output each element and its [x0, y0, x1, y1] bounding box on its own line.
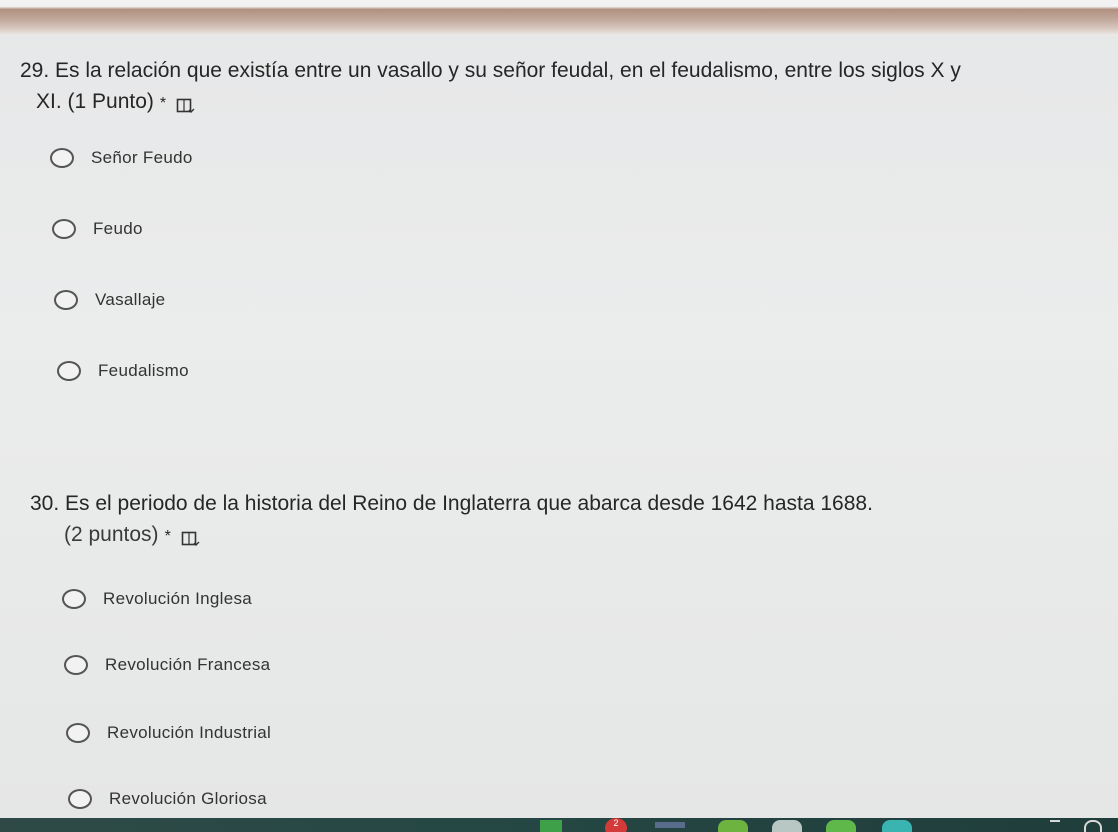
question-30-title-line2: (2 puntos) — [64, 523, 159, 546]
refresh-icon[interactable] — [1084, 820, 1102, 832]
edge-like-icon[interactable] — [826, 820, 856, 832]
required-mark: * — [159, 95, 167, 112]
option-label: Revolución Gloriosa — [109, 789, 267, 808]
radio-button[interactable] — [62, 589, 86, 609]
immersive-reader-icon[interactable] — [181, 526, 201, 547]
notification-badge-icon[interactable]: 2 — [605, 818, 627, 832]
option-feudalismo[interactable]: Feudalismo — [57, 361, 189, 381]
radio-button[interactable] — [64, 655, 88, 675]
question-30: 30. Es el periodo de la historia del Rei… — [30, 488, 1118, 552]
question-30-title-line1: 30. Es el periodo de la historia del Rei… — [30, 492, 873, 515]
radio-button[interactable] — [52, 219, 76, 239]
radio-button[interactable] — [57, 361, 81, 381]
option-label: Feudalismo — [98, 361, 189, 380]
question-29: 29. Es la relación que existía entre un … — [20, 55, 1118, 119]
option-senor-feudo[interactable]: Señor Feudo — [50, 148, 193, 168]
radio-button[interactable] — [50, 148, 74, 168]
option-vasallaje[interactable]: Vasallaje — [54, 290, 165, 310]
option-label: Revolución Inglesa — [103, 589, 253, 608]
form-page: 29. Es la relación que existía entre un … — [0, 0, 1118, 832]
green-arc-icon[interactable] — [718, 820, 748, 832]
radio-button[interactable] — [66, 723, 90, 743]
option-label: Señor Feudo — [91, 148, 193, 167]
required-mark: * — [164, 528, 171, 545]
option-revolucion-inglesa[interactable]: Revolución Inglesa — [62, 589, 252, 609]
question-29-title: 29. Es la relación que existía entre un … — [20, 55, 1118, 119]
badge-count: 2 — [613, 818, 619, 828]
option-label: Vasallaje — [95, 290, 166, 309]
option-feudo[interactable]: Feudo — [52, 219, 143, 239]
teal-arc-icon[interactable] — [882, 820, 912, 832]
taskbar: 2 — [0, 818, 1118, 832]
option-revolucion-gloriosa[interactable]: Revolución Gloriosa — [68, 789, 267, 809]
app-icon[interactable] — [655, 822, 685, 828]
question-29-title-line1: 29. Es la relación que existía entre un … — [20, 59, 961, 82]
calculator-icon[interactable] — [540, 820, 562, 832]
option-revolucion-industrial[interactable]: Revolución Industrial — [66, 723, 271, 743]
radio-button[interactable] — [68, 789, 92, 809]
option-revolucion-francesa[interactable]: Revolución Francesa — [64, 655, 270, 675]
option-label: Revolución Industrial — [107, 723, 272, 742]
radio-button[interactable] — [54, 290, 78, 310]
browser-top-edge — [0, 0, 1118, 36]
chrome-like-icon[interactable] — [772, 820, 802, 832]
question-29-title-line2: XI. (1 Punto) — [36, 90, 154, 113]
option-label: Feudo — [93, 219, 143, 238]
question-30-title: 30. Es el periodo de la historia del Rei… — [30, 488, 1118, 552]
chevron-up-icon[interactable] — [1050, 820, 1060, 832]
immersive-reader-icon[interactable] — [176, 93, 196, 114]
option-label: Revolución Francesa — [105, 655, 271, 674]
